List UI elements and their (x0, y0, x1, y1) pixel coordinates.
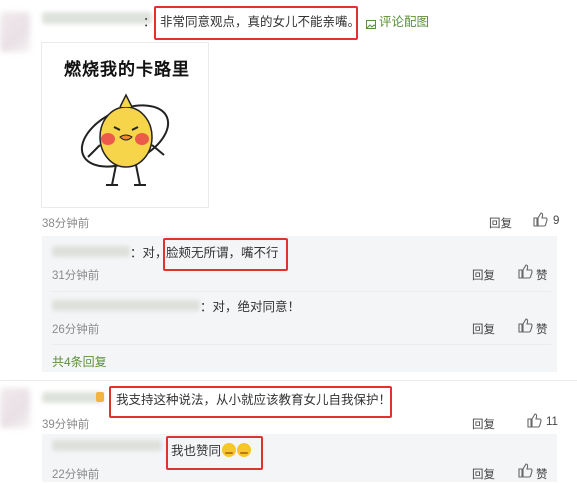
username-blurred[interactable] (42, 12, 152, 24)
like-label[interactable]: 赞 (536, 466, 548, 482)
image-icon[interactable] (366, 16, 376, 29)
laughing-emoji-icon (237, 443, 252, 457)
thumbs-up-icon[interactable] (533, 212, 548, 227)
like-label[interactable]: 赞 (536, 267, 548, 283)
like-count: 11 (546, 416, 558, 428)
comment-time: 22分钟前 (52, 469, 100, 481)
comment-sticker-image[interactable]: 燃烧我的卡路里 (41, 42, 209, 208)
divider (52, 291, 551, 292)
divider (0, 380, 577, 381)
comment-text: 我支持这种说法，从小就应该教育女儿自我保护！ (116, 393, 392, 407)
reply-prefix: ：对， (130, 246, 168, 260)
comment-image-link[interactable]: 评论配图 (379, 13, 429, 31)
username-blurred[interactable] (52, 440, 162, 451)
username-blurred[interactable] (52, 246, 130, 257)
thumbs-up-icon[interactable] (527, 413, 542, 428)
laughing-emoji-icon (222, 443, 237, 457)
like-count: 9 (553, 215, 560, 227)
chick-sticker-icon (80, 93, 170, 186)
avatar[interactable] (0, 388, 30, 428)
reply-button[interactable]: 回复 (472, 321, 495, 337)
comment-text: 我也赞同 (171, 442, 252, 460)
reply-button[interactable]: 回复 (489, 215, 512, 231)
thumbs-up-icon[interactable] (518, 264, 533, 279)
sticker-caption: 燃烧我的卡路里 (64, 60, 190, 80)
username-blurred[interactable] (42, 392, 104, 403)
reply-time: 31分钟前 (52, 270, 100, 282)
reply-text: ：对，绝对同意！ (200, 300, 301, 314)
avatar[interactable] (0, 12, 30, 52)
reply-button[interactable]: 回复 (472, 416, 495, 432)
reply-time: 26分钟前 (52, 324, 100, 336)
comment-text-content: 我也赞同 (171, 444, 222, 458)
thumbs-up-icon[interactable] (518, 463, 533, 478)
vip-badge-icon (96, 392, 104, 402)
thumbs-up-icon[interactable] (518, 318, 533, 333)
expand-replies-link[interactable]: 共4条回复 (52, 353, 107, 370)
comment-time: 38分钟前 (42, 218, 90, 230)
divider (52, 344, 551, 345)
like-label[interactable]: 赞 (536, 321, 548, 337)
username-blurred[interactable] (52, 300, 200, 311)
reply-text: 脸颊无所谓，嘴不行 (166, 246, 279, 260)
comment-text: 非常同意观点，真的女儿不能亲嘴。 (160, 15, 361, 29)
reply-button[interactable]: 回复 (472, 267, 495, 283)
comment-time: 39分钟前 (42, 419, 90, 431)
reply-button[interactable]: 回复 (472, 466, 495, 482)
